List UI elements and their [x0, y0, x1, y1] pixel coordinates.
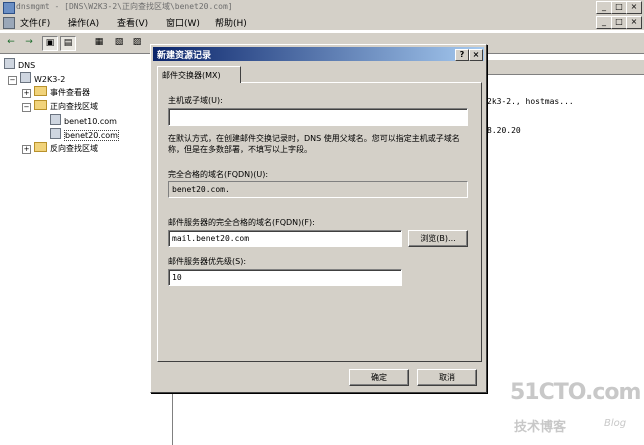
- tab-mx[interactable]: 邮件交换器(MX): [157, 66, 241, 83]
- tree-node-reverse-zones[interactable]: + 反向查找区域: [22, 142, 98, 154]
- menu-window[interactable]: 窗口(W): [166, 16, 200, 29]
- server-icon: [20, 72, 31, 83]
- tree-node-server[interactable]: − W2K3-2: [8, 72, 65, 85]
- window-titlebar: dnsmgmt - [DNS\W2K3-2\正向查找区域\benet20.com…: [0, 0, 644, 15]
- mmc-icon[interactable]: [3, 17, 15, 29]
- hint-text: 在默认方式，在创建邮件交换记录时，DNS 使用父域名。您可以指定主机或子域名称，…: [168, 134, 460, 154]
- back-icon[interactable]: ←: [4, 36, 18, 49]
- menu-view[interactable]: 查看(V): [117, 16, 148, 29]
- collapse-icon[interactable]: −: [8, 76, 17, 85]
- priority-input[interactable]: 10: [168, 269, 402, 286]
- priority-label: 邮件服务器优先级(S):: [168, 257, 247, 266]
- maximize-button[interactable]: □: [611, 1, 627, 14]
- collapse-icon[interactable]: −: [22, 103, 31, 112]
- zone-icon: [50, 128, 61, 139]
- cancel-button[interactable]: 取消: [417, 369, 477, 386]
- export-icon[interactable]: ▨: [130, 36, 144, 49]
- menu-file[interactable]: 文件(F): [20, 16, 50, 29]
- dialog-titlebar: 新建资源记录 ? ×: [153, 47, 484, 61]
- expand-icon[interactable]: +: [22, 145, 31, 154]
- dialog-close-button[interactable]: ×: [469, 49, 483, 61]
- tree-node-forward-zones[interactable]: − 正向查找区域: [22, 100, 98, 112]
- menu-help[interactable]: 帮助(H): [215, 16, 247, 29]
- record-text: 8.20.20: [487, 126, 521, 135]
- fqdn-label: 完全合格的域名(FQDN)(U):: [168, 170, 269, 179]
- folder-icon: [34, 142, 47, 152]
- refresh-icon[interactable]: ▧: [112, 36, 126, 49]
- watermark-site: 51CTO.com: [510, 380, 641, 405]
- tree-node-dns[interactable]: DNS: [4, 58, 35, 70]
- folder-icon: [34, 86, 47, 96]
- zone-icon: [50, 114, 61, 125]
- new-resource-record-dialog: 新建资源记录 ? × 邮件交换器(MX) 主机或子域(U): 在默认方式，在创建…: [150, 44, 487, 393]
- menubar: 文件(F) 操作(A) 查看(V) 窗口(W) 帮助(H) _ □ ×: [0, 14, 644, 30]
- console-tree: DNS − W2K3-2 + 事件查看器 − 正向查找区域 benet10.com b…: [0, 54, 173, 445]
- close-button[interactable]: ×: [626, 1, 642, 14]
- tab-panel: 主机或子域(U): 在默认方式，在创建邮件交换记录时，DNS 使用父域名。您可以…: [157, 82, 482, 362]
- watermark-blog: Blog: [604, 418, 627, 429]
- menu-action[interactable]: 操作(A): [68, 16, 99, 29]
- watermark: 51CTO.com 技术博客 Blog: [510, 380, 641, 442]
- tab-label: 邮件交换器(MX): [162, 71, 221, 80]
- window-title: dnsmgmt - [DNS\W2K3-2\正向查找区域\benet20.com…: [16, 2, 233, 11]
- tree-node-benet10[interactable]: benet10.com: [50, 114, 117, 126]
- mail-server-label: 邮件服务器的完全合格的域名(FQDN)(F):: [168, 218, 315, 227]
- fqdn-field: benet20.com.: [168, 181, 468, 198]
- minimize-button[interactable]: _: [596, 1, 612, 14]
- host-input[interactable]: [168, 108, 468, 126]
- folder-icon: [34, 100, 47, 110]
- properties-icon[interactable]: ▦: [92, 36, 106, 49]
- child-minimize-button[interactable]: _: [596, 16, 612, 29]
- watermark-sub: 技术博客: [514, 420, 567, 435]
- child-close-button[interactable]: ×: [626, 16, 642, 29]
- ok-button[interactable]: 确定: [349, 369, 409, 386]
- child-restore-button[interactable]: □: [611, 16, 627, 29]
- browse-button[interactable]: 浏览(B)...: [408, 230, 468, 247]
- dialog-title: 新建资源记录: [157, 51, 212, 61]
- app-icon: [3, 2, 15, 14]
- expand-icon[interactable]: +: [22, 89, 31, 98]
- host-label: 主机或子域(U):: [168, 96, 223, 105]
- show-tree-icon[interactable]: ▤: [60, 36, 76, 51]
- dns-icon: [4, 58, 15, 69]
- up-level-icon[interactable]: ▣: [42, 36, 58, 51]
- help-button[interactable]: ?: [455, 49, 469, 61]
- tree-node-benet20[interactable]: benet20.com: [50, 128, 119, 141]
- record-text: 2k3-2., hostmas...: [487, 97, 574, 106]
- forward-icon[interactable]: →: [22, 36, 36, 49]
- mail-server-input[interactable]: mail.benet20.com: [168, 230, 402, 247]
- tree-node-event-viewer[interactable]: + 事件查看器: [22, 86, 90, 98]
